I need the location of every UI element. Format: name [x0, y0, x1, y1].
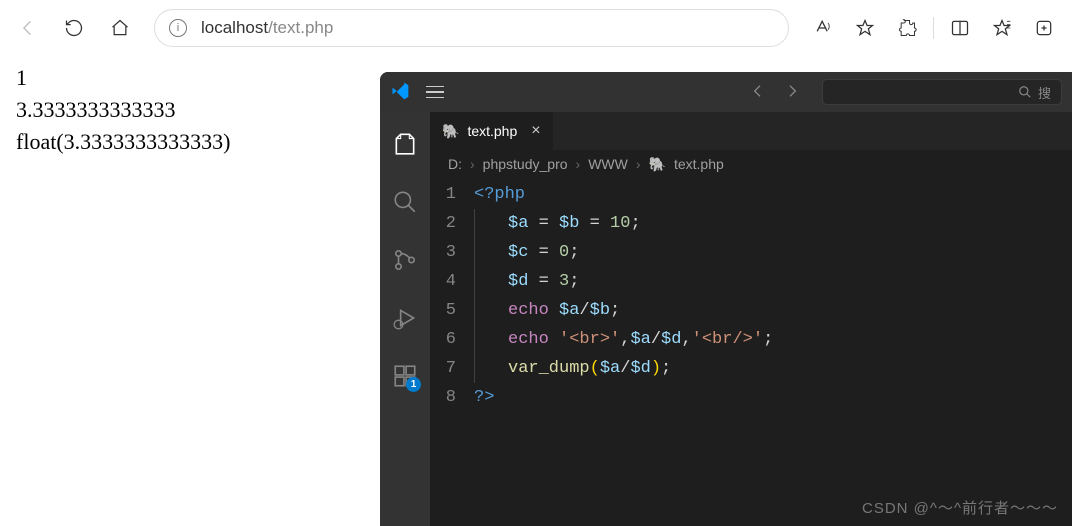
search-placeholder: 搜 — [1038, 83, 1051, 102]
breadcrumb-part[interactable]: D: — [448, 156, 462, 172]
chevron-right-icon: › — [576, 156, 581, 172]
explorer-icon[interactable] — [381, 124, 429, 164]
line-gutter: 1 2 3 4 5 6 7 8 — [430, 180, 474, 412]
browser-toolbar: i localhost/text.php — [0, 0, 1072, 56]
close-tab-icon[interactable]: × — [531, 122, 540, 140]
vscode-window: 搜 1 🐘 text.php × D:› phpstudy_pr — [380, 72, 1072, 526]
toolbar-separator — [933, 17, 934, 39]
activity-search-icon[interactable] — [381, 182, 429, 222]
favorites-list-icon[interactable] — [982, 8, 1022, 48]
breadcrumb-part[interactable]: WWW — [588, 156, 628, 172]
breadcrumb-file[interactable]: text.php — [674, 156, 724, 172]
breadcrumb-part[interactable]: phpstudy_pro — [483, 156, 568, 172]
chevron-right-icon: › — [636, 156, 641, 172]
editor-tabs: 🐘 text.php × — [430, 112, 1072, 150]
command-search[interactable]: 搜 — [822, 79, 1062, 105]
watermark-text: CSDN @^～^前行者～～～ — [862, 497, 1058, 518]
vscode-titlebar: 搜 — [380, 72, 1072, 112]
activity-bar: 1 — [380, 112, 430, 526]
source-control-icon[interactable] — [381, 240, 429, 280]
address-bar[interactable]: i localhost/text.php — [154, 9, 789, 47]
refresh-button[interactable] — [54, 8, 94, 48]
nav-forward-button[interactable] — [780, 79, 804, 106]
tab-text-php[interactable]: 🐘 text.php × — [430, 112, 554, 150]
search-icon — [1018, 85, 1032, 99]
extensions-icon[interactable] — [887, 8, 927, 48]
php-file-icon: 🐘 — [442, 123, 459, 140]
site-info-icon[interactable]: i — [169, 19, 187, 37]
code-editor[interactable]: 1 2 3 4 5 6 7 8 <?php $a = $b = 10; $c =… — [430, 178, 1072, 412]
split-screen-icon[interactable] — [940, 8, 980, 48]
menu-button[interactable] — [422, 82, 448, 103]
tab-filename: text.php — [467, 123, 517, 139]
code-content[interactable]: <?php $a = $b = 10; $c = 0; $d = 3; echo… — [474, 180, 1072, 412]
back-button[interactable] — [8, 8, 48, 48]
home-button[interactable] — [100, 8, 140, 48]
extensions-badge: 1 — [406, 377, 421, 392]
nav-back-button[interactable] — [746, 79, 770, 106]
php-file-icon: 🐘 — [649, 156, 666, 173]
extensions-activity-icon[interactable]: 1 — [381, 356, 429, 396]
read-aloud-icon[interactable] — [803, 8, 843, 48]
debug-icon[interactable] — [381, 298, 429, 338]
url-text: localhost/text.php — [201, 18, 333, 38]
breadcrumb[interactable]: D: › phpstudy_pro › WWW › 🐘 text.php — [430, 150, 1072, 178]
editor-area: 🐘 text.php × D: › phpstudy_pro › WWW › 🐘 te… — [430, 112, 1072, 526]
favorite-icon[interactable] — [845, 8, 885, 48]
chevron-right-icon: › — [470, 156, 475, 172]
vscode-logo-icon — [390, 81, 410, 104]
collections-icon[interactable] — [1024, 8, 1064, 48]
